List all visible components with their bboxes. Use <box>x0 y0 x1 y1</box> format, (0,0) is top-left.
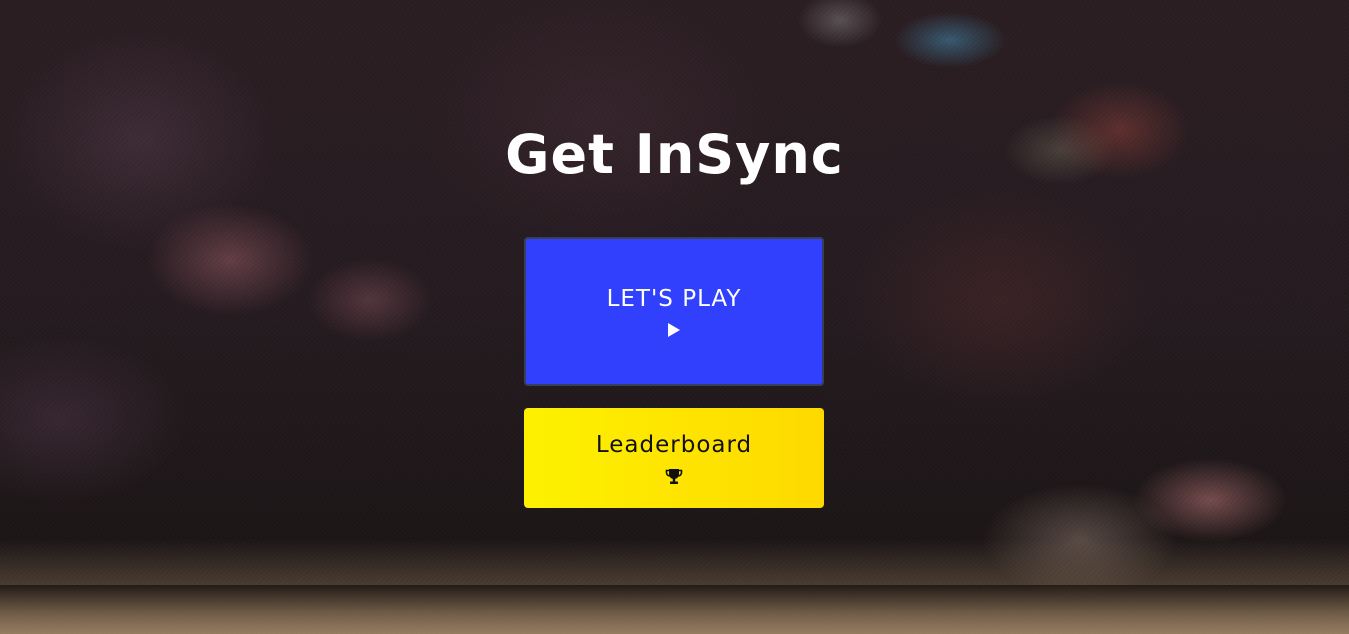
game-title: Get InSync <box>505 123 844 186</box>
trophy-icon <box>664 466 684 486</box>
lets-play-button[interactable]: LET'S PLAY <box>524 237 824 386</box>
leaderboard-button[interactable]: Leaderboard <box>524 408 824 508</box>
leaderboard-label: Leaderboard <box>595 432 753 458</box>
play-icon <box>664 320 684 340</box>
background-ground <box>0 585 1349 634</box>
lets-play-label: LET'S PLAY <box>606 285 742 312</box>
